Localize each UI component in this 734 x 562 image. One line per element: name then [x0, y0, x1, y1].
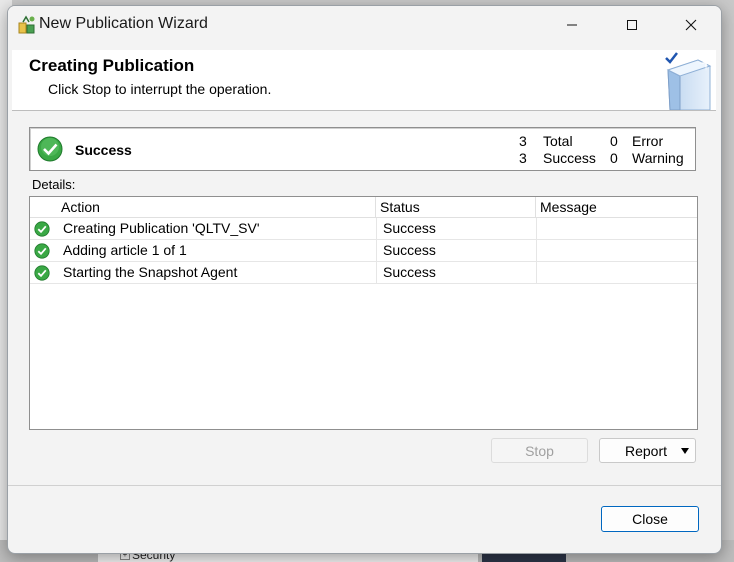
maximize-button[interactable] [603, 6, 661, 44]
publication-wizard-icon [17, 15, 37, 35]
row-success-icon [34, 243, 50, 259]
column-header-status[interactable]: Status [376, 197, 536, 218]
report-button-label: Report [625, 443, 668, 459]
table-row[interactable]: Starting the Snapshot Agent Success [30, 262, 697, 284]
row-action: Creating Publication 'QLTV_SV' [63, 220, 260, 236]
total-label: Total [543, 133, 573, 149]
details-table[interactable]: Action Status Message Creating Publicati… [29, 196, 698, 430]
page-title: Creating Publication [29, 56, 195, 75]
total-count: 3 [519, 133, 527, 149]
column-header-icon[interactable] [30, 197, 55, 218]
success-check-icon [37, 136, 63, 162]
warning-label: Warning [632, 150, 684, 166]
maximize-icon [627, 20, 637, 30]
close-button[interactable]: Close [601, 506, 699, 532]
close-window-button[interactable] [662, 6, 720, 44]
row-success-icon [34, 221, 50, 237]
footer-divider [8, 485, 721, 486]
title-bar[interactable]: New Publication Wizard [8, 6, 721, 46]
table-row[interactable]: Creating Publication 'QLTV_SV' Success [30, 218, 697, 240]
minimize-button[interactable] [543, 6, 601, 44]
row-status: Success [383, 220, 436, 236]
wizard-window: New Publication Wizard Creating Publicat… [7, 5, 722, 554]
window-title: New Publication Wizard [39, 15, 208, 32]
report-button[interactable]: Report [599, 438, 696, 463]
success-label: Success [543, 150, 596, 166]
success-count: 3 [519, 150, 527, 166]
error-count: 0 [610, 133, 618, 149]
details-label: Details: [32, 177, 76, 192]
minimize-icon [567, 24, 577, 26]
book-check-icon [650, 50, 716, 111]
row-status: Success [383, 242, 436, 258]
column-header-message[interactable]: Message [536, 197, 697, 218]
summary-status: Success [75, 142, 132, 158]
column-header-action[interactable]: Action [55, 197, 376, 218]
warning-count: 0 [610, 150, 618, 166]
error-label: Error [632, 133, 664, 149]
wizard-header: Creating Publication Click Stop to inter… [12, 50, 716, 111]
row-success-icon [34, 265, 50, 281]
close-icon [685, 19, 697, 31]
page-subtitle: Click Stop to interrupt the operation. [48, 81, 272, 97]
row-status: Success [383, 264, 436, 280]
table-row[interactable]: Adding article 1 of 1 Success [30, 240, 697, 262]
dropdown-arrow-icon [681, 448, 689, 454]
row-action: Adding article 1 of 1 [63, 242, 187, 258]
stop-button[interactable]: Stop [491, 438, 588, 463]
summary-panel: Success 3 Total 0 Error 3 Success 0 Warn… [29, 127, 696, 171]
row-action: Starting the Snapshot Agent [63, 264, 238, 280]
